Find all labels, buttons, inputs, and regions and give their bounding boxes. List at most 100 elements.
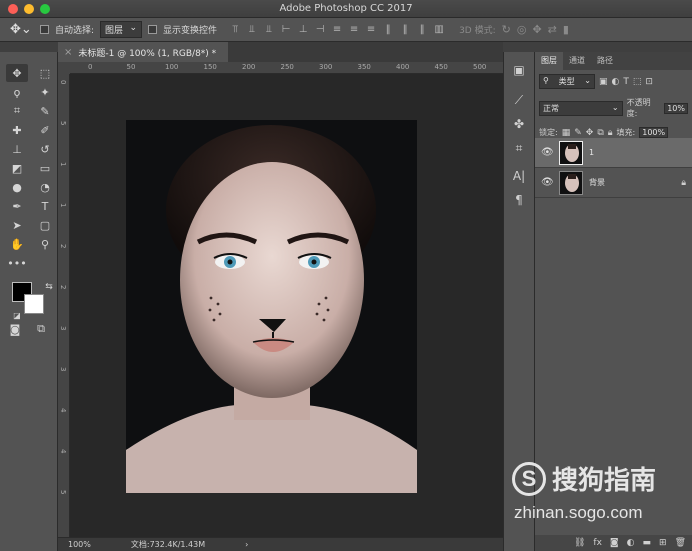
lock-image-icon[interactable]: ✎ bbox=[574, 128, 582, 138]
fx-button[interactable]: fx bbox=[593, 538, 602, 548]
tab-layers[interactable]: 图层 bbox=[535, 52, 563, 70]
align-vcenter-icon[interactable]: ⫫ bbox=[246, 24, 258, 35]
layer-name[interactable]: 1 bbox=[589, 148, 692, 157]
magic-wand-tool-icon[interactable]: ✦ bbox=[34, 83, 56, 101]
lock-all-icon[interactable]: 🔒︎ bbox=[608, 128, 613, 138]
orbit-3d-icon[interactable]: ↻ bbox=[502, 23, 511, 36]
canvas-area[interactable] bbox=[70, 74, 503, 537]
move-tool-preset-icon[interactable]: ✥⌄ bbox=[10, 22, 34, 37]
shape-tool-icon[interactable]: ▢ bbox=[34, 216, 56, 234]
clone-stamp-tool-icon[interactable]: ⊥ bbox=[6, 140, 28, 158]
lock-artboard-icon[interactable]: ⧉ bbox=[597, 128, 603, 138]
gradient-tool-icon[interactable]: ▭ bbox=[34, 159, 56, 177]
visibility-eye-icon[interactable]: 👁︎ bbox=[541, 177, 554, 188]
layer-row[interactable]: 👁︎ 背景 🔒︎ bbox=[535, 168, 692, 198]
blur-tool-icon[interactable]: ● bbox=[6, 178, 28, 196]
quick-mask-icon[interactable]: ◙ bbox=[4, 320, 26, 338]
adjustment-filter-icon[interactable]: ◐ bbox=[612, 77, 620, 87]
layer-name[interactable]: 背景 bbox=[589, 177, 675, 188]
close-icon[interactable]: × bbox=[64, 47, 72, 58]
history-brush-tool-icon[interactable]: ↺ bbox=[34, 140, 56, 158]
adjustment-layer-icon[interactable]: ◐ bbox=[627, 538, 635, 548]
distribute-right-icon[interactable]: ‖ bbox=[416, 24, 428, 35]
link-layers-icon[interactable]: ⛓ bbox=[574, 538, 585, 548]
filter-kind-dropdown[interactable]: ⚲ 类型 ⌄ bbox=[539, 74, 595, 89]
character-icon[interactable]: A| bbox=[504, 164, 534, 188]
type-tool-icon[interactable]: T bbox=[34, 197, 56, 215]
opacity-input[interactable]: 10% bbox=[664, 102, 688, 114]
eraser-tool-icon[interactable]: ◩ bbox=[6, 159, 28, 177]
lock-transparent-icon[interactable]: ▦ bbox=[562, 128, 571, 138]
slide-3d-icon[interactable]: ⇄ bbox=[548, 23, 557, 36]
align-hcenter-icon[interactable]: ⊥ bbox=[297, 24, 309, 35]
shape-filter-icon[interactable]: ⬚ bbox=[633, 77, 642, 87]
lasso-tool-icon[interactable]: ϙ bbox=[6, 83, 28, 101]
distribute-hcenter-icon[interactable]: ‖ bbox=[399, 24, 411, 35]
drag-3d-icon[interactable]: ✥ bbox=[532, 23, 541, 36]
blend-mode-dropdown[interactable]: 正常 ⌄ bbox=[539, 100, 623, 116]
brush-tool-icon[interactable]: ✐ bbox=[34, 121, 56, 139]
libraries-icon[interactable]: ▣ bbox=[504, 58, 534, 82]
new-layer-icon[interactable]: ⊞ bbox=[659, 538, 667, 548]
hand-tool-icon[interactable]: ✋ bbox=[6, 235, 28, 253]
lock-position-icon[interactable]: ✥ bbox=[586, 128, 594, 138]
tools-panel: ✥ ⬚ ϙ ✦ ⌗ ✎ ✚ ✐ ⊥ ↺ ◩ ▭ ● ◔ ✒ T ➤ ▢ ✋ ⚲ … bbox=[0, 52, 58, 551]
vruler-tick-label: 2 bbox=[59, 285, 67, 290]
more-tools-icon[interactable]: ••• bbox=[6, 254, 28, 272]
pen-tool-icon[interactable]: ✒ bbox=[6, 197, 28, 215]
roll-3d-icon[interactable]: ◎ bbox=[517, 23, 527, 36]
puzzle-icon[interactable]: ✤ bbox=[504, 112, 534, 136]
tab-paths[interactable]: 路径 bbox=[591, 52, 619, 70]
vertical-ruler[interactable]: 0 5 1 1 2 2 3 3 4 4 5 bbox=[58, 74, 70, 537]
align-right-icon[interactable]: ⊣ bbox=[314, 24, 326, 35]
horizontal-ruler[interactable]: 0 50 100 150 200 250 300 350 400 450 500 bbox=[70, 62, 503, 74]
align-bottom-icon[interactable]: ⫫ bbox=[263, 24, 275, 35]
chevron-right-icon[interactable]: › bbox=[245, 540, 248, 549]
zoom-tool-icon[interactable]: ⚲ bbox=[34, 235, 56, 253]
fill-input[interactable]: 100% bbox=[639, 127, 669, 138]
pixel-filter-icon[interactable]: ▣ bbox=[599, 77, 608, 87]
auto-select-dropdown[interactable]: 图层 ⌄ bbox=[100, 21, 143, 38]
vruler-tick-label: 5 bbox=[59, 490, 67, 495]
panel-tabs: 图层 通道 路径 bbox=[535, 52, 692, 70]
swap-colors-icon[interactable]: ⇆ bbox=[38, 278, 60, 296]
paragraph-icon[interactable]: ¶ bbox=[504, 188, 534, 212]
adjustments-curve-icon[interactable]: ⟋ bbox=[504, 88, 534, 112]
move-tool-icon[interactable]: ✥ bbox=[6, 64, 28, 82]
ruler-tick-label: 100 bbox=[165, 63, 179, 71]
show-transform-checkbox[interactable] bbox=[148, 25, 158, 34]
layer-row[interactable]: 👁︎ 1 bbox=[535, 138, 692, 168]
visibility-eye-icon[interactable]: 👁︎ bbox=[541, 147, 554, 158]
sogou-s-icon: S bbox=[512, 461, 546, 496]
new-group-icon[interactable]: ▬ bbox=[643, 538, 652, 548]
type-filter-icon[interactable]: T bbox=[623, 77, 629, 87]
distribute-vcenter-icon[interactable]: ≡ bbox=[348, 24, 360, 35]
dodge-tool-icon[interactable]: ◔ bbox=[34, 178, 56, 196]
marquee-tool-icon[interactable]: ⬚ bbox=[34, 64, 56, 82]
crop-tool-icon[interactable]: ⌗ bbox=[6, 102, 28, 120]
distribute-left-icon[interactable]: ‖ bbox=[382, 24, 394, 35]
screen-mode-icon[interactable]: ⧉ bbox=[30, 320, 52, 338]
align-left-icon[interactable]: ⊢ bbox=[280, 24, 292, 35]
tab-channels[interactable]: 通道 bbox=[563, 52, 591, 70]
healing-brush-tool-icon[interactable]: ✚ bbox=[6, 121, 28, 139]
layer-lock-icon[interactable]: 🔒︎ bbox=[681, 178, 686, 188]
app-title: Adobe Photoshop CC 2017 bbox=[279, 3, 413, 14]
scale-3d-icon[interactable]: ▮ bbox=[563, 23, 569, 36]
smart-object-filter-icon[interactable]: ⊡ bbox=[645, 77, 653, 87]
crop-properties-icon[interactable]: ⌗ bbox=[504, 136, 534, 160]
vruler-tick-label: 2 bbox=[59, 244, 67, 249]
layer-thumbnail bbox=[559, 170, 583, 195]
document-tab[interactable]: × 未标题-1 @ 100% (1, RGB/8*) * bbox=[58, 42, 228, 62]
distribute-bottom-icon[interactable]: ≡ bbox=[365, 24, 377, 35]
delete-layer-icon[interactable]: 🗑︎ bbox=[675, 538, 686, 548]
distribute-top-icon[interactable]: ≡ bbox=[331, 24, 343, 35]
zoom-level[interactable]: 100% bbox=[68, 540, 91, 549]
align-top-icon[interactable]: ⫪ bbox=[229, 24, 241, 35]
auto-align-icon[interactable]: ▥ bbox=[433, 24, 445, 35]
auto-select-checkbox[interactable] bbox=[40, 25, 49, 34]
document-info[interactable]: 文档:732.4K/1.43M bbox=[131, 539, 205, 550]
path-selection-tool-icon[interactable]: ➤ bbox=[6, 216, 28, 234]
eyedropper-tool-icon[interactable]: ✎ bbox=[34, 102, 56, 120]
add-mask-icon[interactable]: ◙ bbox=[610, 538, 619, 548]
